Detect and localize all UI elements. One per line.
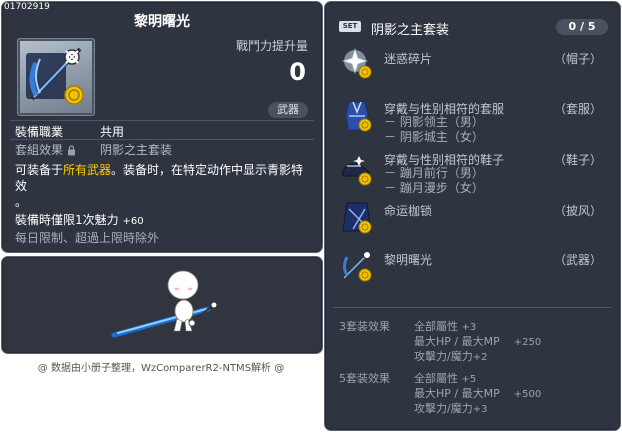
- set-bonus-stat: 攻擊力/魔力+2: [414, 348, 487, 364]
- stat-name: 最大HP / 最大MP: [414, 387, 500, 400]
- set-piece-sub: － 蹦月漫步（女）: [384, 181, 484, 195]
- set-piece-name: 黎明曙光: [384, 253, 433, 267]
- set-piece-category: （武器）: [553, 253, 602, 267]
- set-piece-category: （披风）: [553, 204, 602, 218]
- item-icon-frame: [17, 38, 95, 116]
- divider: [10, 139, 314, 140]
- set-piece-sub: － 阴影城主（女）: [384, 130, 484, 144]
- charm-text: 裝備時僅限1次魅力: [15, 213, 119, 227]
- set-panel: SET 阴影之主套装 0 / 5 迷惑碎片 （帽子） 穿戴与性别相符的套服 （套…: [324, 1, 621, 431]
- set-piece-sub: － 蹦月前行（男）: [384, 166, 484, 180]
- set-effect-value: 阴影之主套装: [100, 143, 173, 157]
- set-piece-sub: － 阴影领主（男）: [384, 115, 484, 129]
- character-preview-panel: [1, 256, 323, 354]
- stat-value: +3: [472, 404, 488, 415]
- shoes-icon: [342, 156, 372, 186]
- weapon-scythe-icon: [26, 47, 84, 105]
- stat-value: +3: [461, 322, 477, 333]
- stat-value: +2: [472, 352, 488, 363]
- category-badge: 武器: [268, 102, 308, 118]
- stat-name: 全部屬性: [414, 372, 458, 385]
- set-piece-name: 迷惑碎片: [384, 52, 433, 66]
- stat-value: +500: [513, 389, 542, 400]
- footer-credit: @ 数据由小册子整理，WzComparerR2-NTMS解析 @: [37, 363, 285, 374]
- hat-icon: [341, 47, 372, 79]
- limit-line: 每日限制、超過上限時除外: [15, 231, 160, 245]
- set-count-badge: 0 / 5: [556, 19, 608, 35]
- description-line: 可装备于所有武器。装备时，在特定动作中显示青影特效: [15, 162, 315, 194]
- charm-line: 裝備時僅限1次魅力 +60: [15, 212, 315, 230]
- desc-highlight: 所有武器: [63, 163, 112, 177]
- overall-icon: [345, 101, 372, 132]
- charm-value: +60: [122, 216, 144, 227]
- item-description: 可装备于所有武器。装备时，在特定动作中显示青影特效 。 裝備時僅限1次魅力 +6…: [15, 162, 315, 246]
- stat-value: +250: [513, 337, 542, 348]
- set-bonus-stat: 攻擊力/魔力+3: [414, 400, 487, 416]
- stat-name: 全部屬性: [414, 320, 458, 333]
- set-bonus-stat: 最大HP / 最大MP +250: [414, 333, 541, 349]
- character-preview: [111, 270, 218, 338]
- set-effect-label: 套組效果: [15, 141, 76, 158]
- description-line: 。: [15, 195, 28, 209]
- divider: [10, 120, 314, 121]
- set-bonus-stat: 全部屬性 +5: [414, 370, 476, 386]
- job-label: 裝備職業: [15, 125, 64, 139]
- stat-name: 攻擊力/魔力: [414, 350, 473, 363]
- set-bonus-label: 3套装效果: [339, 320, 390, 333]
- set-bonus-stat: 最大HP / 最大MP +500: [414, 385, 541, 401]
- set-bonus-stat: 全部屬性 +3: [414, 318, 476, 334]
- set-effect-label-text: 套組效果: [15, 143, 64, 157]
- set-bonus-label: 5套装效果: [339, 372, 390, 385]
- cape-icon: [342, 202, 372, 234]
- set-piece-category: （套服）: [553, 102, 602, 116]
- job-value: 共用: [100, 125, 125, 139]
- set-piece-category: （帽子）: [553, 52, 602, 66]
- item-tooltip-panel: 01702919 黎明曙光 戰鬥力提升量 0 武器 裝備職業 共用 套組效果 阴…: [1, 1, 323, 253]
- combat-power-value: 0: [289, 58, 306, 86]
- set-title: 阴影之主套装: [371, 23, 450, 38]
- set-badge: SET: [339, 21, 361, 32]
- lock-icon: [67, 145, 75, 156]
- set-piece-category: （鞋子）: [553, 153, 602, 167]
- stat-value: +5: [461, 374, 477, 385]
- stat-name: 攻擊力/魔力: [414, 402, 473, 415]
- divider: [333, 307, 612, 308]
- item-name: 黎明曙光: [134, 14, 190, 30]
- desc-text: 可装备于: [15, 163, 64, 177]
- combat-power-label: 戰鬥力提升量: [235, 39, 308, 53]
- stat-name: 最大HP / 最大MP: [414, 335, 500, 348]
- set-piece-name: 命运枷锁: [384, 204, 433, 218]
- weapon-icon: [341, 251, 372, 282]
